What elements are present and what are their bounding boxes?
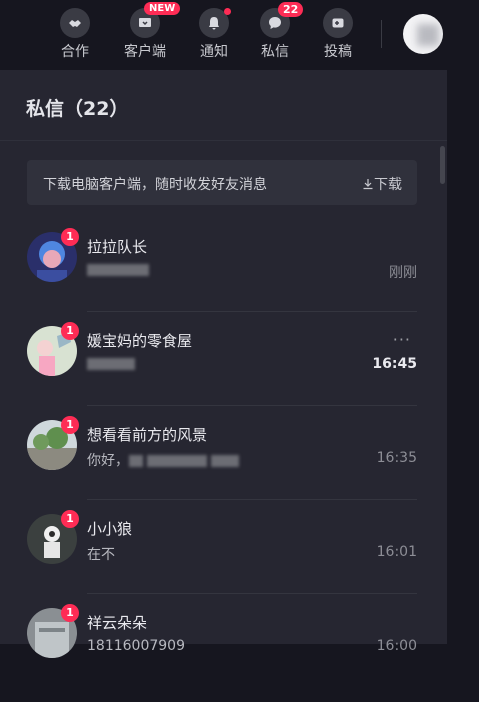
more-options-button[interactable]: ···: [393, 330, 411, 349]
client-icon: NEW: [130, 2, 181, 38]
nav-label: 投稿: [324, 44, 352, 60]
divider: [87, 405, 417, 406]
messages-panel: 私信（22） 下载电脑客户端，随时收发好友消息 下载 1 拉拉队长 刚刚 1 媛…: [0, 70, 447, 658]
unread-badge: 1: [61, 322, 79, 340]
nav-cooperation[interactable]: 合作: [50, 8, 100, 61]
message-text: 你好，: [87, 453, 129, 469]
message-time: 16:01: [376, 544, 417, 560]
nav-client[interactable]: NEW 客户端: [120, 2, 181, 61]
nav-upload[interactable]: 投稿: [313, 8, 363, 61]
divider: [87, 593, 417, 594]
unread-badge: 1: [61, 416, 79, 434]
contact-name: 媛宝妈的零食屋: [87, 332, 193, 350]
messages-count-badge: 22: [278, 2, 304, 17]
message-time: 16:35: [376, 450, 417, 466]
nav-label: 客户端: [124, 44, 166, 60]
upload-icon: [323, 8, 353, 38]
message-time: 16:45: [372, 356, 417, 372]
divider: [87, 499, 417, 500]
download-button-label: 下载: [374, 177, 402, 193]
nav-label: 合作: [61, 44, 89, 60]
message-preview: [87, 262, 153, 278]
unread-badge: 1: [61, 604, 79, 622]
bell-icon: [199, 8, 231, 38]
contact-name: 祥云朵朵: [87, 614, 148, 632]
conversation-item[interactable]: 1 拉拉队长 刚刚: [27, 228, 417, 326]
conversation-item[interactable]: 1 祥云朵朵 18116007909 16:00: [27, 604, 417, 702]
download-banner-text: 下载电脑客户端，随时收发好友消息: [43, 177, 267, 193]
nav-divider: [381, 20, 382, 48]
handshake-icon: [60, 8, 90, 38]
new-badge: NEW: [144, 2, 181, 15]
message-time: 刚刚: [389, 265, 417, 281]
nav-notifications[interactable]: 通知: [189, 8, 239, 61]
conversation-item[interactable]: 1 想看看前方的风景 你好， 16:35: [27, 416, 417, 514]
message-preview: 你好，: [87, 450, 243, 470]
download-icon: [363, 179, 373, 190]
nav-label: 通知: [200, 44, 228, 60]
message-time: 16:00: [376, 638, 417, 654]
conversation-item[interactable]: 1 媛宝妈的零食屋 ··· 16:45: [27, 322, 417, 420]
scrollbar[interactable]: [440, 146, 445, 184]
divider: [87, 311, 417, 312]
message-icon: 22: [260, 2, 304, 38]
contact-name: 小小狼: [87, 520, 133, 538]
panel-title: 私信（22）: [26, 98, 129, 120]
contact-name: 拉拉队长: [87, 238, 148, 256]
conversation-item[interactable]: 1 小小狼 在不 16:01: [27, 510, 417, 608]
contact-name: 想看看前方的风景: [87, 426, 208, 444]
top-nav: 合作 NEW 客户端 通知 22 私信 投稿: [0, 0, 479, 70]
download-banner: 下载电脑客户端，随时收发好友消息 下载: [27, 160, 417, 205]
unread-badge: 1: [61, 228, 79, 246]
unread-dot: [224, 8, 231, 15]
nav-messages[interactable]: 22 私信: [250, 2, 304, 61]
divider: [0, 140, 447, 141]
message-preview: 18116007909: [87, 638, 185, 654]
message-preview: [87, 356, 139, 372]
unread-badge: 1: [61, 510, 79, 528]
nav-label: 私信: [261, 44, 289, 60]
message-preview: 在不: [87, 547, 115, 563]
download-button[interactable]: 下载: [362, 174, 402, 194]
user-avatar[interactable]: [403, 14, 443, 54]
